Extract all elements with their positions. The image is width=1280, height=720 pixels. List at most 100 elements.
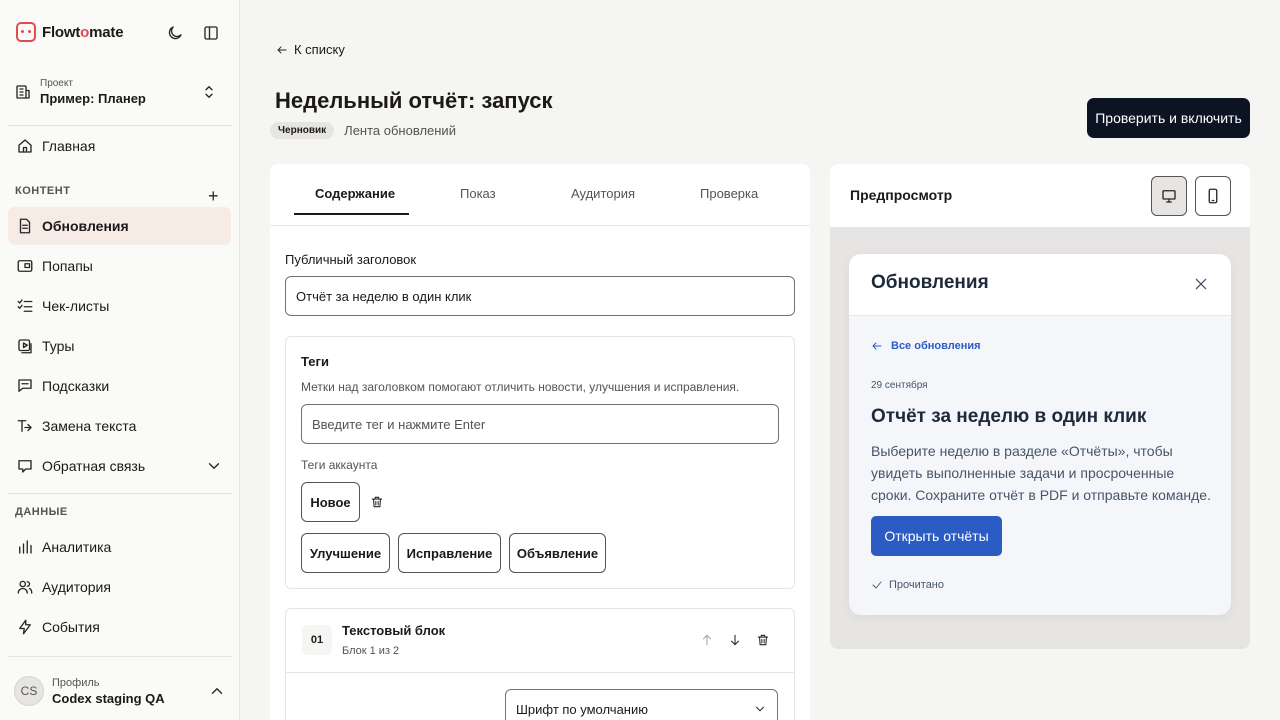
phone-icon bbox=[1204, 187, 1222, 205]
block-subtitle: Блок 1 из 2 bbox=[342, 645, 400, 657]
chevron-up-down-icon bbox=[200, 83, 218, 101]
avatar: CS bbox=[14, 676, 44, 706]
delete-block-trash-icon[interactable] bbox=[756, 633, 770, 647]
block-title: Текстовый блок bbox=[342, 623, 446, 638]
add-content-plus-icon[interactable]: + bbox=[208, 186, 219, 207]
read-status-label: Прочитано bbox=[889, 579, 944, 591]
update-date: 29 сентября bbox=[871, 380, 928, 391]
delete-tag-trash-icon[interactable] bbox=[370, 495, 384, 509]
back-to-list-link[interactable]: К списку bbox=[276, 42, 345, 57]
sidebar-item-label: Туры bbox=[42, 338, 75, 354]
profile-label: Профиль bbox=[52, 676, 100, 689]
all-updates-link[interactable]: Все обновления bbox=[871, 340, 981, 352]
editor-tabs: Содержание Показ Аудитория Проверка bbox=[270, 164, 810, 226]
sidebar-item-popups[interactable]: Попапы bbox=[8, 247, 231, 285]
sidebar-item-feedback[interactable]: Обратная связь bbox=[8, 447, 231, 485]
sidebar-item-label: Обновления bbox=[42, 218, 129, 234]
tour-play-icon bbox=[16, 337, 34, 355]
sidebar-item-label: Подсказки bbox=[42, 378, 110, 394]
tag-chip-fix[interactable]: Исправление bbox=[398, 533, 501, 573]
font-select-value: Шрифт по умолчанию bbox=[516, 701, 648, 717]
arrow-left-icon bbox=[871, 340, 883, 352]
text-block: 01 Текстовый блок Блок 1 из 2 Шрифт по у… bbox=[285, 608, 795, 720]
sidebar-item-events[interactable]: События bbox=[8, 608, 231, 646]
divider bbox=[8, 125, 232, 126]
sidebar-item-checklists[interactable]: Чек-листы bbox=[8, 287, 231, 325]
updates-widget-preview: Обновления Все обновления 29 сентября От… bbox=[849, 254, 1231, 615]
project-label: Проект bbox=[40, 78, 73, 89]
document-icon bbox=[16, 217, 34, 235]
font-select[interactable]: Шрифт по умолчанию bbox=[505, 689, 778, 720]
users-icon bbox=[16, 578, 34, 596]
update-heading: Отчёт за неделю в один клик bbox=[871, 406, 1147, 427]
review-and-enable-button[interactable]: Проверить и включить bbox=[1087, 98, 1250, 138]
sidebar-item-label: Аналитика bbox=[42, 539, 112, 555]
sidebar-item-label: Попапы bbox=[42, 258, 93, 274]
update-body: Выберите неделю в разделе «Отчёты», чтоб… bbox=[871, 443, 1211, 503]
block-number: 01 bbox=[302, 625, 332, 655]
sidebar-item-home[interactable]: Главная bbox=[8, 127, 231, 165]
check-icon bbox=[871, 579, 883, 591]
project-switcher[interactable]: Проект Пример: Планер bbox=[14, 72, 226, 112]
tag-input[interactable]: Введите тег и нажмите Enter bbox=[301, 404, 779, 444]
profile-menu[interactable]: CS Профиль Codex staging QA bbox=[14, 672, 226, 710]
sidebar-item-label: Главная bbox=[42, 138, 96, 154]
preview-panel: Предпросмотр Обновления Все обновления 2… bbox=[830, 164, 1250, 649]
tag-chip-announcement[interactable]: Объявление bbox=[509, 533, 606, 573]
monitor-icon bbox=[1160, 187, 1178, 205]
sidebar-item-label: Обратная связь bbox=[42, 458, 146, 474]
popup-icon bbox=[16, 257, 34, 275]
theme-toggle-moon-icon[interactable] bbox=[166, 24, 184, 42]
checklist-icon bbox=[16, 297, 34, 315]
sidebar-item-updates[interactable]: Обновления bbox=[8, 207, 231, 245]
status-badge: Черновик bbox=[270, 122, 335, 139]
tag-chip-improvement[interactable]: Улучшение bbox=[301, 533, 390, 573]
section-label-data: ДАННЫЕ bbox=[15, 506, 68, 518]
sidebar-collapse-icon[interactable] bbox=[202, 24, 220, 42]
profile-name: Codex staging QA bbox=[52, 690, 165, 706]
chevron-down-icon bbox=[753, 702, 767, 716]
close-icon[interactable] bbox=[1193, 276, 1209, 292]
arrow-left-icon bbox=[276, 44, 288, 56]
public-title-input[interactable]: Отчёт за неделю в один клик bbox=[285, 276, 795, 316]
sidebar-item-audience[interactable]: Аудитория bbox=[8, 568, 231, 606]
back-link-label: К списку bbox=[294, 42, 345, 57]
flowtomate-logo-icon bbox=[16, 22, 36, 42]
text-replace-icon bbox=[16, 417, 34, 435]
tags-title: Теги bbox=[301, 354, 329, 369]
hint-bubble-icon bbox=[16, 377, 34, 395]
account-tags-label: Теги аккаунта bbox=[301, 458, 378, 472]
bar-chart-icon bbox=[16, 538, 34, 556]
sidebar-item-label: Замена текста bbox=[42, 418, 137, 434]
all-updates-label: Все обновления bbox=[891, 340, 981, 352]
sidebar-item-hints[interactable]: Подсказки bbox=[8, 367, 231, 405]
sidebar: Flowtomate Проект Пример: Планер Главная… bbox=[0, 0, 240, 720]
brand-logo[interactable]: Flowtomate bbox=[16, 22, 124, 42]
editor-card: Содержание Показ Аудитория Проверка Публ… bbox=[270, 164, 810, 720]
mobile-preview-button[interactable] bbox=[1195, 176, 1231, 216]
move-down-arrow-icon[interactable] bbox=[728, 633, 742, 647]
widget-title: Обновления bbox=[871, 272, 989, 293]
text-block-header: 01 Текстовый блок Блок 1 из 2 bbox=[286, 609, 794, 673]
home-icon bbox=[16, 137, 34, 155]
section-label-content: КОНТЕНТ bbox=[15, 185, 71, 197]
tags-section: Теги Метки над заголовком помогают отлич… bbox=[285, 336, 795, 589]
sidebar-item-label: События bbox=[42, 619, 100, 635]
preview-header: Предпросмотр bbox=[830, 164, 1250, 228]
divider bbox=[8, 656, 232, 657]
tab-content[interactable]: Содержание bbox=[315, 186, 395, 201]
tab-display[interactable]: Показ bbox=[460, 186, 496, 201]
tags-hint: Метки над заголовком помогают отличить н… bbox=[301, 380, 740, 394]
lightning-icon bbox=[16, 618, 34, 636]
tag-chip-new[interactable]: Новое bbox=[301, 482, 360, 522]
content-type-label: Лента обновлений bbox=[344, 123, 456, 138]
public-title-label: Публичный заголовок bbox=[285, 252, 417, 267]
move-up-arrow-icon[interactable] bbox=[700, 633, 714, 647]
tab-audience[interactable]: Аудитория bbox=[571, 186, 635, 201]
sidebar-item-analytics[interactable]: Аналитика bbox=[8, 528, 231, 566]
sidebar-item-tours[interactable]: Туры bbox=[8, 327, 231, 365]
sidebar-item-text-replace[interactable]: Замена текста bbox=[8, 407, 231, 445]
desktop-preview-button[interactable] bbox=[1151, 176, 1187, 216]
open-reports-button[interactable]: Открыть отчёты bbox=[871, 516, 1002, 556]
tab-review[interactable]: Проверка bbox=[700, 186, 758, 201]
